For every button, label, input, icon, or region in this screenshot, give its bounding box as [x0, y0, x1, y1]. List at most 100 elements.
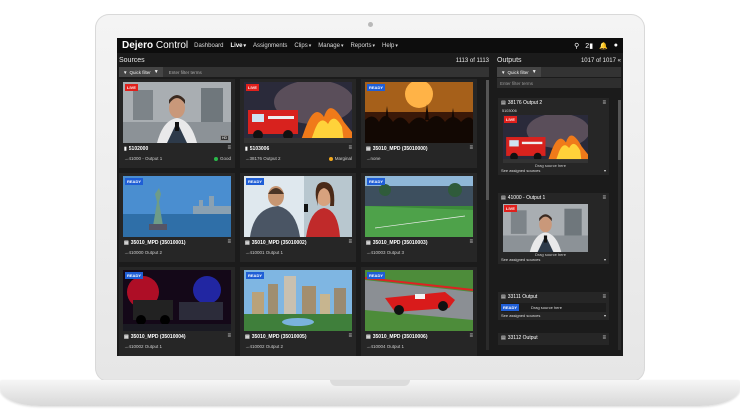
status-dot: [328, 156, 333, 161]
menu-icon[interactable]: ≡: [469, 239, 473, 245]
drop-zone-label: Drag source here: [531, 305, 562, 310]
source-card[interactable]: READY ▤ 35010_MPD (35010004) ≡ →410002 Outpu…: [119, 267, 235, 356]
chevron-down-icon: ▼: [531, 69, 537, 75]
source-thumbnail[interactable]: LIVE: [244, 82, 352, 143]
drop-zone[interactable]: READY Drag source here: [501, 303, 606, 312]
output-card[interactable]: ▤ 33111 Output ≡ READY Drag source here See a…: [498, 292, 609, 320]
source-card[interactable]: READY ▤ 35010_MPD (35010001) ≡ →410000 Outpu…: [119, 173, 235, 262]
laptop-notch: [330, 380, 410, 386]
menu-icon[interactable]: ≡: [469, 145, 473, 151]
output-card[interactable]: ▤ 41000 - Output 1 ≡ LIVE Drag source here Se…: [498, 193, 609, 264]
outputs-scrollbar[interactable]: [618, 100, 621, 350]
source-thumbnail[interactable]: READY: [365, 270, 473, 331]
status-badge: LIVE: [504, 205, 517, 212]
source-name: ▮ 5102000: [124, 146, 148, 152]
source-name-text: 35010_MPD (35010001): [130, 240, 186, 246]
see-assigned-sources-link[interactable]: See assigned sources ▾: [498, 168, 609, 173]
output-name: 33112 Output: [507, 335, 538, 341]
output-card[interactable]: ▤ 38176 Output 2 ≡ 5103006 LIVE Drag source h…: [498, 98, 609, 175]
source-name-text: 5102000: [128, 146, 149, 152]
menu-icon[interactable]: ≡: [602, 335, 606, 341]
menu-icon[interactable]: ≡: [469, 333, 473, 339]
chevron-down-icon: ▾: [243, 42, 247, 49]
top-right-tools: ⚲ 2▮ 🔔 ●: [574, 42, 618, 50]
status-dot: [213, 156, 218, 161]
menu-icon[interactable]: ≡: [227, 333, 231, 339]
menu-icon[interactable]: ≡: [602, 100, 606, 106]
transmitter-icon: ▮: [245, 146, 248, 152]
source-name-text: 35010_MPD (35010002): [251, 240, 307, 246]
source-card[interactable]: READY ▤ 35010_MPD (35010005) ≡ →410002 Outpu…: [240, 267, 356, 356]
status-badge: READY: [246, 178, 265, 185]
source-destination: →none: [366, 156, 381, 161]
sources-filter-input[interactable]: Enter filter terms: [169, 70, 202, 75]
see-assigned-sources-link[interactable]: See assigned sources ▾: [498, 257, 609, 262]
menu-icon[interactable]: ≡: [227, 239, 231, 245]
source-card[interactable]: READY ▤ 35010_MPD (35010000) ≡ →none: [361, 79, 477, 168]
nav-item-reports[interactable]: Reports▾: [350, 43, 375, 49]
server-icon: ▤: [124, 240, 129, 246]
status-text: Good: [219, 156, 231, 161]
menu-icon[interactable]: ≡: [602, 294, 606, 300]
source-name-text: 35010_MPD (35010004): [130, 334, 186, 340]
status-badge: READY: [246, 272, 265, 279]
device-count[interactable]: 2▮: [585, 42, 593, 50]
nav-item-clips[interactable]: Clips▾: [294, 43, 311, 49]
link-text: See assigned sources: [501, 168, 541, 173]
source-card[interactable]: READY ▤ 35010_MPD (35010002) ≡ →410001 Outpu…: [240, 173, 356, 262]
main-nav: Dashboard Live▾ Assignments Clips▾ Manage▾ Re…: [194, 43, 398, 49]
search-icon[interactable]: ⚲: [574, 42, 579, 50]
nav-item-assignments[interactable]: Assignments: [253, 43, 287, 49]
source-thumbnail[interactable]: READY: [244, 176, 352, 237]
menu-icon[interactable]: ≡: [348, 333, 352, 339]
nav-item-label: Manage: [318, 42, 340, 49]
connection-status: Good: [213, 156, 231, 161]
output-thumbnail: LIVE: [503, 204, 588, 252]
source-card[interactable]: LIVE HD ▮ 5102000 ≡ →41000 - Output 1 Good: [119, 79, 235, 168]
output-card[interactable]: ▤ 33112 Output ≡: [498, 333, 609, 345]
source-destination: →410003 Output 3: [366, 250, 405, 255]
source-thumbnail[interactable]: READY: [244, 270, 352, 331]
nav-item-label: Assignments: [253, 42, 288, 49]
source-name: ▤ 35010_MPD (35010005): [245, 334, 307, 340]
output-header: ▤ 33112 Output ≡: [498, 333, 609, 343]
see-assigned-sources-link[interactable]: See assigned sources ▾: [498, 313, 609, 318]
output-header: ▤ 33111 Output ≡: [498, 292, 609, 302]
source-card[interactable]: LIVE ▮ 5103006 ≡ →38176 Output 2 Marginal: [240, 79, 356, 168]
user-icon[interactable]: ●: [614, 42, 618, 49]
menu-icon[interactable]: ≡: [602, 195, 606, 201]
menu-icon[interactable]: ≡: [227, 145, 231, 151]
chevron-down-icon: ▾: [340, 42, 344, 49]
menu-icon[interactable]: ≡: [348, 145, 352, 151]
outputs-quick-filter-button[interactable]: ▼ Quick filter ▼: [497, 67, 541, 77]
source-thumbnail[interactable]: READY: [365, 176, 473, 237]
server-icon: ▤: [366, 240, 371, 246]
output-header: ▤ 41000 - Output 1 ≡: [498, 193, 609, 203]
nav-item-label: Help: [381, 42, 395, 49]
assigned-source-id: 5103006: [502, 109, 517, 113]
source-thumbnail[interactable]: READY: [123, 270, 231, 331]
source-thumbnail[interactable]: LIVE HD: [123, 82, 231, 143]
source-thumbnail[interactable]: READY: [123, 176, 231, 237]
quick-filter-button[interactable]: ▼ Quick filter ▼: [119, 67, 163, 77]
sources-scrollbar[interactable]: [486, 80, 489, 350]
server-icon: ▤: [245, 334, 250, 340]
menu-icon[interactable]: ≡: [348, 239, 352, 245]
status-badge: LIVE: [246, 84, 259, 91]
source-card[interactable]: READY ▤ 35010_MPD (35010006) ≡ →410004 Outpu…: [361, 267, 477, 356]
collapse-icon[interactable]: «: [618, 58, 621, 64]
outputs-filter-input[interactable]: Enter filter terms: [497, 78, 621, 88]
nav-item-dashboard[interactable]: Dashboard: [194, 43, 223, 49]
nav-item-live[interactable]: Live▾: [231, 43, 247, 49]
brand-logo[interactable]: Dejero Control: [122, 40, 188, 51]
nav-item-manage[interactable]: Manage▾: [318, 43, 343, 49]
source-name: ▤ 35010_MPD (35010006): [366, 334, 428, 340]
source-destination: →410001 Output 1: [245, 250, 284, 255]
output-thumbnail: LIVE: [503, 115, 588, 163]
source-thumbnail[interactable]: READY: [365, 82, 473, 143]
bell-icon[interactable]: 🔔: [599, 42, 608, 50]
nav-item-help[interactable]: Help▾: [382, 43, 398, 49]
source-card[interactable]: READY ▤ 35010_MPD (35010003) ≡ →410003 Outpu…: [361, 173, 477, 262]
source-name: ▤ 35010_MPD (35010004): [124, 334, 186, 340]
output-icon: ▤: [501, 294, 506, 300]
